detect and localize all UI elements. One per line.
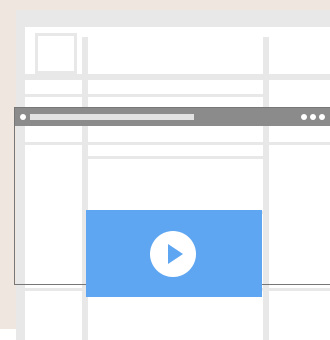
control-dot-icon xyxy=(310,114,316,120)
video-player[interactable] xyxy=(86,210,262,297)
play-icon[interactable] xyxy=(150,231,196,277)
content-line-2 xyxy=(88,94,263,97)
window-dot-icon xyxy=(20,114,26,120)
logo-placeholder xyxy=(35,33,77,74)
control-dot-icon xyxy=(301,114,307,120)
control-dot-icon xyxy=(319,114,325,120)
browser-titlebar xyxy=(15,108,330,126)
page-divider-top xyxy=(25,74,330,80)
illustration-frame xyxy=(0,0,330,340)
content-line-1 xyxy=(25,94,82,97)
address-bar xyxy=(30,114,194,120)
page-header-strip xyxy=(25,10,330,27)
window-controls-icon xyxy=(301,114,325,120)
